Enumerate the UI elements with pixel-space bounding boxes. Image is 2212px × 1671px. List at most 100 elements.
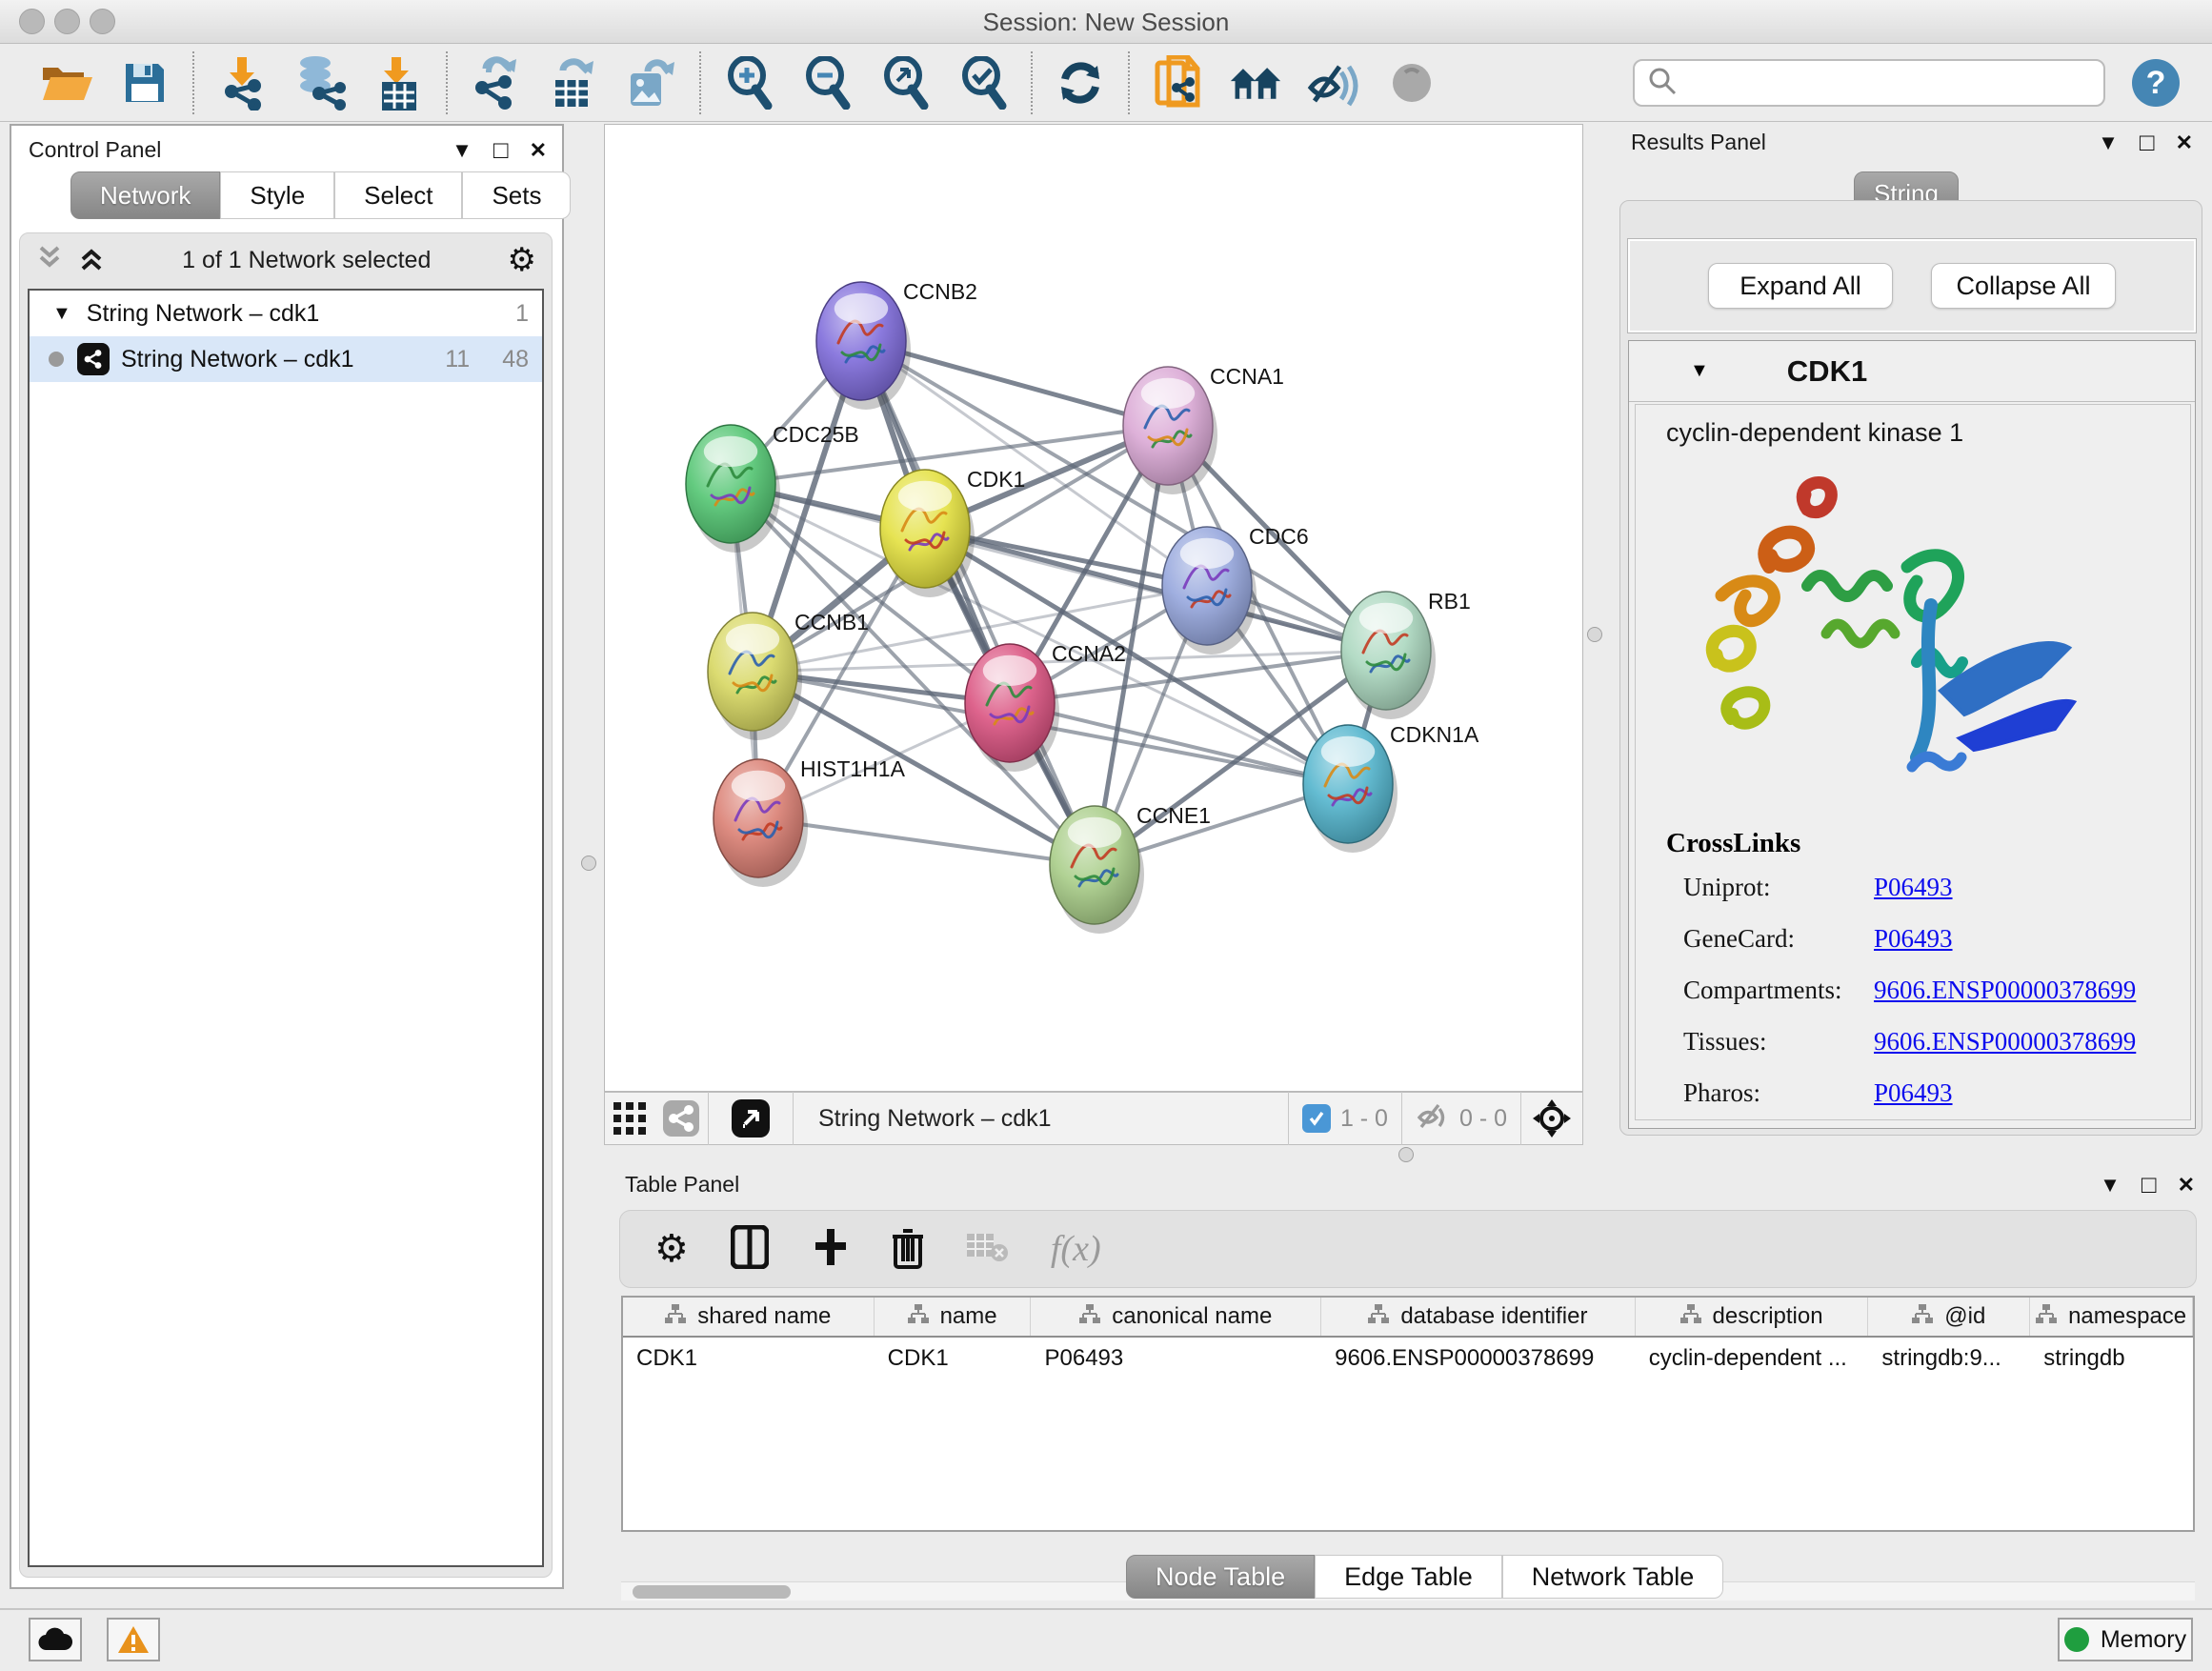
results-close-icon[interactable]: ✕ [2176,131,2193,155]
table-float-icon[interactable]: □ [2142,1170,2157,1199]
delete-table-icon [967,1230,1009,1269]
tab-sets[interactable]: Sets [462,171,571,219]
column-header[interactable]: name [875,1298,1032,1336]
network-node-ccna1[interactable]: CCNA1 [1123,364,1284,494]
zoom-fit-icon[interactable] [878,56,932,110]
show-hide-panels-icon[interactable] [1307,56,1360,110]
tab-style[interactable]: Style [220,171,334,219]
copy-style-icon[interactable] [1151,56,1204,110]
help-button[interactable]: ? [2132,59,2180,107]
gene-expander-icon[interactable]: ▼ [1690,360,1709,382]
crosslink-label: GeneCard: [1666,924,1874,954]
gene-section: ▼ CDK1 cyclin-dependent kinase 1 [1628,340,2196,1129]
collapse-all-button[interactable]: Collapse All [1931,263,2116,309]
import-network-database-icon[interactable] [293,56,347,110]
table-menu-icon[interactable]: ▼ [2100,1173,2121,1198]
crosslink-genecard[interactable]: P06493 [1874,924,1953,954]
collection-label: String Network – cdk1 [87,300,320,328]
crosslink-tissues[interactable]: 9606.ENSP00000378699 [1874,1027,2136,1057]
column-header[interactable]: namespace [2030,1298,2193,1336]
column-header[interactable]: description [1636,1298,1869,1336]
refresh-icon[interactable] [1054,56,1107,110]
network-edge[interactable] [925,529,1386,651]
open-session-icon[interactable] [40,56,93,110]
network-node-cdc6[interactable]: CDC6 [1162,524,1309,654]
expand-all-networks-icon[interactable] [77,244,106,277]
panel-float-icon[interactable]: □ [493,135,509,165]
scrollbar-thumb[interactable] [633,1585,791,1599]
results-float-icon[interactable]: □ [2140,128,2155,157]
network-node-rb1[interactable]: RB1 [1341,589,1471,719]
left-splitter-handle[interactable] [581,856,596,871]
zoom-selected-icon[interactable] [956,56,1010,110]
tab-node-table[interactable]: Node Table [1126,1555,1315,1599]
column-header[interactable]: shared name [623,1298,875,1336]
node-count: 11 [445,346,470,373]
import-network-file-icon[interactable] [215,56,269,110]
network-canvas[interactable]: CCNB2CCNA1CDC25BCDK1CDC6RB1CCNB1CCNA2CDK… [604,124,1583,1092]
zoom-out-icon[interactable] [800,56,854,110]
crosslink-compartments[interactable]: 9606.ENSP00000378699 [1874,976,2136,1005]
search-box[interactable] [1633,59,2105,107]
birdseye-toggle-icon[interactable] [1521,1092,1582,1145]
selected-checkbox-icon[interactable] [1302,1104,1331,1133]
expand-all-button[interactable]: Expand All [1708,263,1893,309]
warning-button[interactable] [107,1618,160,1661]
network-node-ccnb2[interactable]: CCNB2 [816,279,977,410]
export-table-icon[interactable] [547,56,600,110]
panel-menu-icon[interactable]: ▼ [452,138,473,163]
tab-network[interactable]: Network [70,171,220,219]
collection-expander-icon[interactable]: ▼ [52,303,71,325]
birds-eye-grid-icon[interactable] [605,1092,654,1145]
import-table-icon[interactable] [372,56,425,110]
status-bar: Memory [0,1608,2212,1671]
column-header[interactable]: database identifier [1321,1298,1636,1336]
zoom-in-icon[interactable] [722,56,775,110]
network-selection-status: 1 of 1 Network selected [106,247,508,274]
node-label: CCNE1 [1136,803,1211,828]
tab-network-table[interactable]: Network Table [1502,1555,1724,1599]
export-network-icon[interactable] [469,56,522,110]
create-column-icon[interactable] [811,1225,849,1274]
results-panel: Results Panel ▼ □ ✕ String Expand All Co… [1619,124,2202,1143]
tab-edge-table[interactable]: Edge Table [1315,1555,1502,1599]
home-icon[interactable] [1229,56,1282,110]
results-menu-icon[interactable]: ▼ [2098,131,2119,155]
control-panel: Control Panel ▼ □ ✕ Network Style Select… [10,124,564,1589]
network-node-hist1h1a[interactable]: HIST1H1A [714,756,906,887]
tab-select[interactable]: Select [334,171,462,219]
table-settings-gear-icon[interactable]: ⚙ [654,1227,689,1271]
network-options-gear-icon[interactable]: ⚙ [508,241,536,279]
table-row[interactable]: CDK1 CDK1 P06493 9606.ENSP00000378699 cy… [623,1338,2193,1379]
collapse-all-networks-icon[interactable] [35,244,64,277]
eye-icon[interactable] [1385,56,1438,110]
panel-close-icon[interactable]: ✕ [530,138,547,163]
crosslink-uniprot[interactable]: P06493 [1874,873,1953,902]
network-node-ccne1[interactable]: CCNE1 [1050,803,1211,934]
hidden-eye-icon[interactable] [1416,1100,1450,1137]
node-label: CDC25B [773,422,859,447]
network-node-ccnb1[interactable]: CCNB1 [708,610,869,740]
table-close-icon[interactable]: ✕ [2178,1173,2195,1198]
network-list: ▼ String Network – cdk1 1 String Network… [28,289,544,1567]
column-header[interactable]: canonical name [1031,1298,1321,1336]
network-row[interactable]: String Network – cdk1 11 48 [30,336,542,382]
export-image-icon[interactable] [625,56,678,110]
crosslink-label: Compartments: [1666,976,1874,1005]
show-columns-icon[interactable] [731,1225,769,1274]
save-session-icon[interactable] [118,56,171,110]
table-tabs: Node Table Edge Table Network Table [1126,1555,1723,1599]
open-in-new-window-icon[interactable] [709,1092,793,1145]
memory-button[interactable]: Memory [2058,1618,2193,1661]
column-header[interactable]: @id [1868,1298,2030,1336]
network-edge[interactable] [758,818,1095,865]
right-splitter-handle[interactable] [1587,627,1602,642]
network-node-cdkn1a[interactable]: CDKN1A [1303,722,1479,853]
crosslink-pharos[interactable]: P06493 [1874,1078,1953,1108]
network-share-icon[interactable] [654,1092,708,1145]
search-input[interactable] [1677,70,2077,96]
gene-name: CDK1 [1787,354,1867,389]
network-collection-row[interactable]: ▼ String Network – cdk1 1 [30,291,542,336]
cloud-button[interactable] [29,1618,82,1661]
delete-column-icon[interactable] [891,1225,925,1274]
